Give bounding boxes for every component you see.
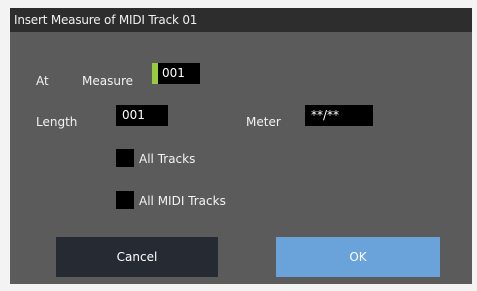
meter-label: Meter bbox=[246, 115, 281, 129]
dialog-title-bar: Insert Measure of MIDI Track 01 bbox=[10, 8, 472, 32]
ok-button[interactable]: OK bbox=[276, 237, 440, 277]
all-midi-tracks-label[interactable]: All MIDI Tracks bbox=[139, 194, 226, 208]
all-midi-tracks-checkbox[interactable] bbox=[116, 191, 134, 209]
meter-field[interactable]: **/** bbox=[305, 105, 373, 126]
measure-label: Measure bbox=[82, 74, 133, 88]
all-tracks-checkbox[interactable] bbox=[116, 149, 134, 167]
length-label: Length bbox=[36, 115, 78, 129]
length-field[interactable]: 001 bbox=[116, 105, 168, 126]
measure-field[interactable]: 001 bbox=[152, 63, 200, 84]
insert-measure-dialog: Insert Measure of MIDI Track 01 At Measu… bbox=[10, 8, 472, 284]
cancel-button[interactable]: Cancel bbox=[56, 237, 218, 277]
at-label: At bbox=[36, 74, 49, 88]
dialog-title: Insert Measure of MIDI Track 01 bbox=[14, 13, 198, 27]
all-tracks-label[interactable]: All Tracks bbox=[139, 152, 195, 166]
